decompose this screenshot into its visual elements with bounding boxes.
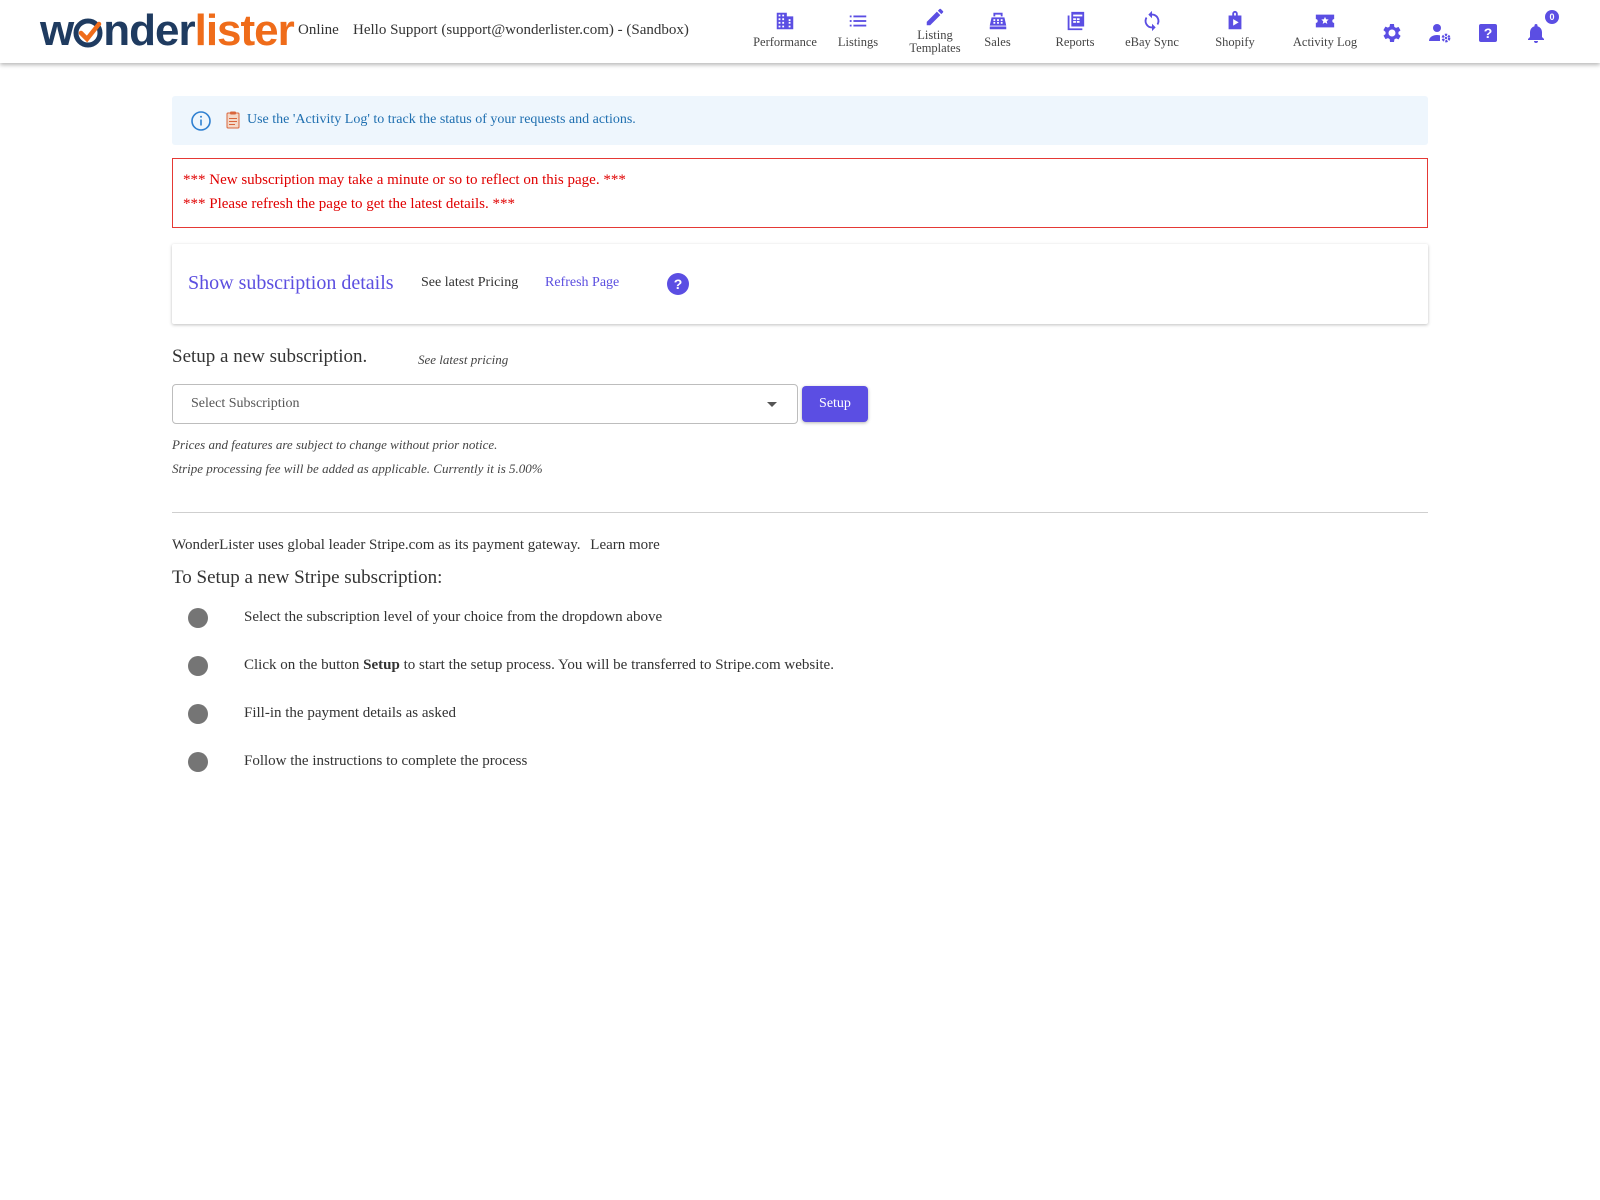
nav-ebay-sync[interactable]: eBay Sync [1122,10,1182,60]
see-latest-pricing-button[interactable]: See latest Pricing [421,275,518,291]
reports-icon [1067,11,1085,31]
nav-label: Performance [753,35,817,49]
nav-label: eBay Sync [1125,35,1179,49]
nav-sales[interactable]: Sales [975,10,1020,60]
nav-label-line2: Templates [909,41,961,55]
nav-reports[interactable]: Reports [1050,10,1100,60]
pricing-note: Prices and features are subject to chang… [172,437,498,452]
cash-register-icon [989,12,1006,30]
wonderlister-logo[interactable]: w nderlister [40,6,295,56]
select-placeholder: Select Subscription [191,396,300,411]
pencil-icon [926,8,944,26]
setup-subscription-heading: Setup a new subscription. [172,346,368,367]
gear-icon[interactable] [1380,21,1404,45]
refresh-page-link[interactable]: Refresh Page [545,275,619,291]
star-ticket-icon [1315,14,1335,28]
online-status: Online [298,22,339,38]
warning-line-1: *** New subscription may take a minute o… [183,172,626,188]
logo-check-icon [73,18,103,48]
nav-label: Reports [1055,35,1095,49]
user-greeting: Hello Support (support@wonderlister.com)… [353,22,689,38]
sync-icon [1144,10,1160,32]
nav-label: Activity Log [1292,35,1358,49]
show-subscription-details-link[interactable]: Show subscription details [188,272,394,295]
bullet-icon [188,752,208,772]
step-text: Select the subscription level of your ch… [244,609,663,625]
learn-more-link[interactable]: Learn more [590,537,660,553]
step-text-part: to start the setup process. You will be … [399,657,834,673]
step-text: Fill-in the payment details as asked [244,705,457,721]
nav-performance[interactable]: Performance [750,10,820,60]
bullet-icon [188,704,208,724]
info-banner: Use the 'Activity Log' to track the stat… [172,96,1428,145]
help-icon[interactable]: ? [1476,21,1500,45]
stripe-setup-heading: To Setup a new Stripe subscription: [172,567,443,588]
bell-icon[interactable] [1524,21,1548,45]
logo-part-3: lister [194,6,295,55]
nav-activity-log[interactable]: Activity Log [1290,10,1360,60]
svg-text:?: ? [674,276,683,292]
logo-part-1: w [40,6,74,55]
top-navigation-bar: w nderlister Online Hello Support (suppor… [0,0,1600,63]
step-text: Click on the button Setup to start the s… [244,657,834,674]
refresh-warning: *** New subscription may take a minute o… [172,158,1428,228]
subscription-card: Show subscription details See latest Pri… [172,244,1428,324]
logo-part-2: nder [103,6,195,55]
nav-listings[interactable]: Listings [833,10,883,60]
nav-label: Sales [984,35,1011,49]
see-latest-pricing-link[interactable]: See latest pricing [418,352,508,368]
shopping-bag-icon [1228,10,1242,30]
payment-gateway-info: WonderLister uses global leader Stripe.c… [172,537,660,554]
nav-shopify[interactable]: Shopify [1210,10,1260,60]
stripe-fee-note: Stripe processing fee will be added as a… [172,461,543,476]
step-text-part: Click on the button [244,657,364,673]
info-banner-text: Use the 'Activity Log' to track the stat… [247,112,636,127]
svg-text:?: ? [1484,25,1493,41]
notification-badge: 0 [1545,10,1559,24]
clipboard-icon [226,111,240,129]
chevron-down-icon [767,402,777,407]
building-icon [776,12,794,30]
step-text-bold: Setup [363,657,400,673]
nav-label: Listings [837,35,879,49]
nav-label-line1: Listing [917,28,953,42]
warning-line-2: *** Please refresh the page to get the l… [183,196,515,212]
nav-listing-templates[interactable]: Listing Templates [905,6,965,56]
step-text: Follow the instructions to complete the … [244,753,528,769]
nav-label: Shopify [1215,35,1255,49]
gateway-text: WonderLister uses global leader Stripe.c… [172,537,581,553]
user-settings-icon[interactable] [1428,21,1452,45]
bullet-icon [188,656,208,676]
help-circle-icon[interactable]: ? [667,273,689,295]
info-icon [191,111,211,131]
subscription-select[interactable]: Select Subscription [172,384,798,424]
list-icon [849,15,867,27]
section-divider [172,512,1428,513]
bullet-icon [188,608,208,628]
setup-button[interactable]: Setup [802,386,868,422]
